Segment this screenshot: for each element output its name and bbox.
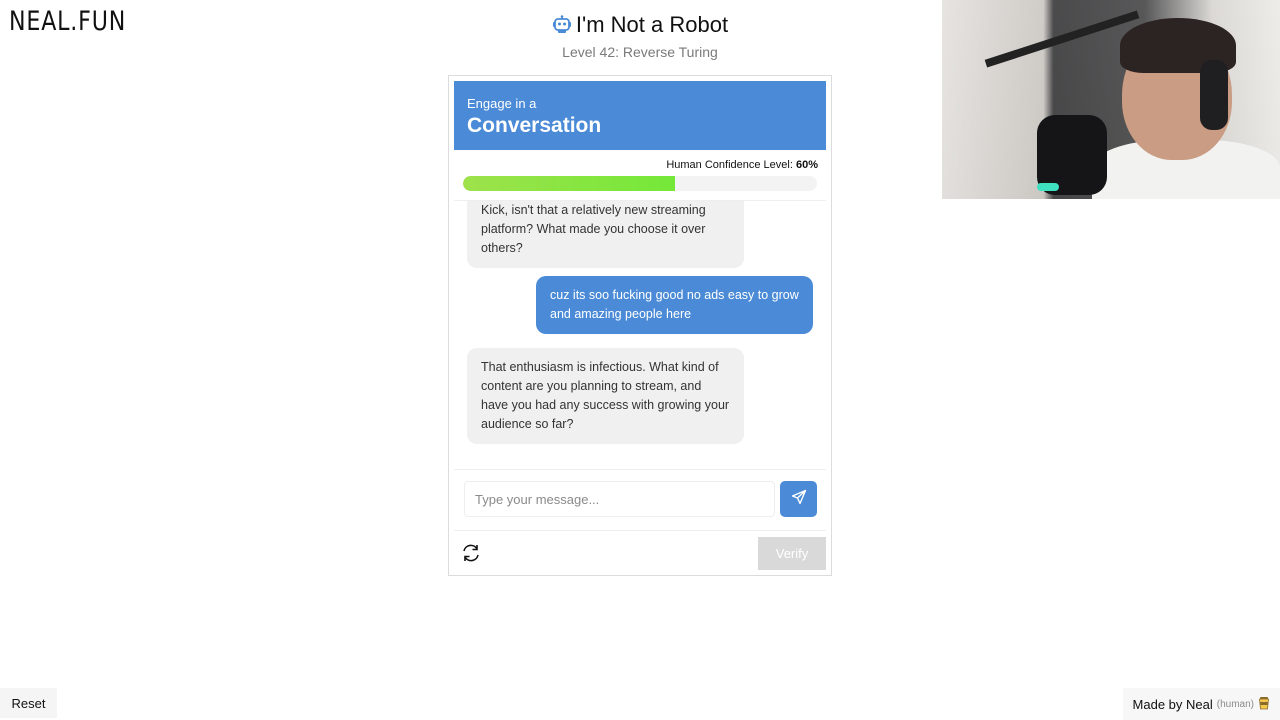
send-icon	[791, 489, 807, 510]
reset-button[interactable]: Reset	[0, 688, 57, 718]
banner-line2: Conversation	[467, 114, 602, 137]
made-by-text: Made by Neal	[1132, 696, 1213, 712]
level-subtitle: Level 42: Reverse Turing	[562, 44, 718, 60]
confidence-label: Human Confidence Level: 60%	[666, 159, 818, 171]
page-title: I'm Not a Robot	[575, 12, 729, 37]
refresh-button[interactable]	[460, 542, 482, 564]
chat-message-bot: Kick, isn't that a relatively new stream…	[467, 201, 744, 268]
page-header: I'm Not a Robot Level 42: Reverse Turing	[440, 12, 840, 60]
confidence-text: Human Confidence Level:	[666, 159, 793, 171]
banner-line1: Engage in a	[467, 96, 537, 111]
challenge-panel: Engage in a Conversation Human Confidenc…	[448, 75, 832, 576]
message-input-row	[454, 469, 826, 531]
challenge-banner: Engage in a Conversation	[454, 81, 826, 150]
robot-icon	[552, 15, 572, 35]
send-button[interactable]	[780, 481, 817, 517]
confidence-bar-fill	[463, 176, 676, 191]
headset	[1200, 60, 1228, 130]
confidence-bar	[463, 176, 817, 191]
message-input[interactable]	[464, 481, 775, 517]
chat-message-user: cuz its soo fucking good no ads easy to …	[536, 276, 813, 334]
human-tag: (human)	[1216, 698, 1254, 710]
chat-message-bot: That enthusiasm is infectious. What kind…	[467, 348, 744, 444]
mic-light	[1037, 183, 1059, 191]
refresh-icon	[460, 544, 482, 568]
title-row: I'm Not a Robot	[440, 12, 840, 38]
chat-window[interactable]: Kick, isn't that a relatively new stream…	[454, 200, 826, 469]
confidence-value: 60%	[795, 159, 818, 171]
made-by-link[interactable]: Made by Neal (human)	[1122, 688, 1280, 720]
coffee-cup-icon	[1258, 696, 1270, 713]
webcam-overlay	[942, 0, 1280, 199]
verify-button[interactable]: Verify	[758, 537, 826, 570]
site-logo[interactable]: NEAL.FUN	[9, 6, 126, 37]
